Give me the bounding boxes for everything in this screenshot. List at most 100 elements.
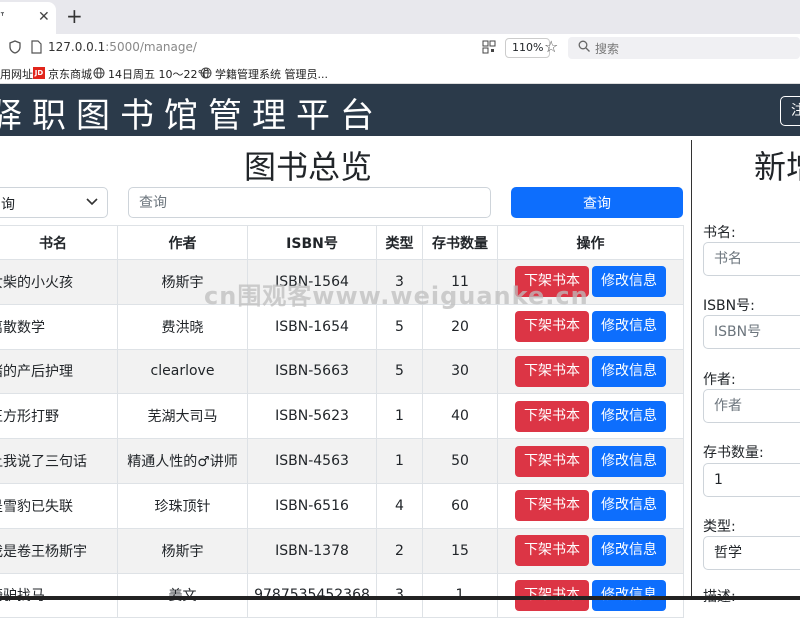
isbn-field[interactable]: ISBN号 [703,315,800,349]
new-tab-icon[interactable]: + [66,4,83,28]
section-divider [691,140,692,600]
url-host: 127.0.0.1 [48,40,106,54]
stock-field[interactable]: 1 [703,463,800,497]
delist-book-button[interactable]: 下架书本 [515,355,589,387]
table-header-row: 书名 作者 ISBN号 类型 存书数量 操作 [0,225,684,260]
edit-info-button[interactable]: 修改信息 [592,400,666,432]
table-row: 正方形打野芜湖大司马ISBN-5623140下架书本修改信息 [0,393,684,440]
author-cell: 珍珠顶针 [117,482,248,529]
delist-book-button[interactable]: 下架书本 [515,535,589,567]
table-row: 让我说了三句话精通人性的♂讲师ISBN-4563150下架书本修改信息 [0,438,684,484]
watermark-text: cn围观客www.weiguanke.cn [204,282,589,310]
type-cell: 5 [376,348,423,395]
actions-cell: 下架书本 修改信息 [497,393,684,440]
stock-cell: 50 [422,438,498,484]
query-input[interactable] [128,187,491,218]
table-row: 我是卷王杨斯宇杨斯宇ISBN-1378215下架书本修改信息 [0,527,684,574]
book-name-cell: 离散数学 [0,303,118,350]
delist-book-button[interactable]: 下架书本 [515,400,589,432]
author-cell: 精通人性的♂讲师 [117,438,248,484]
url-field[interactable]: 127.0.0.1:5000/manage/ [48,40,197,54]
actions-cell: 下架书本 修改信息 [497,527,684,574]
book-name-cell: 让我说了三句话 [0,438,118,484]
book-name-cell: 女柴的小火孩 [0,259,118,305]
name-field[interactable]: 书名 [703,242,800,276]
stock-cell: 60 [422,482,498,529]
chevron-down-icon [86,198,98,206]
stock-cell: 15 [422,527,498,574]
author-cell: clearlove [117,348,248,395]
actions-cell: 下架书本 修改信息 [497,303,684,350]
globe-icon [200,67,212,79]
column-header: 书名 [0,225,118,260]
isbn-cell: ISBN-5623 [247,393,377,440]
table-row: 是雪豹已失联珍珠顶针ISBN-6516460 下架书本修改信息 [0,482,684,529]
edit-info-button[interactable]: 修改信息 [592,445,666,477]
page-icon[interactable] [31,40,42,54]
browser-search-box[interactable]: 搜索 [568,37,800,59]
stock-cell: 40 [422,393,498,440]
browser-tab-bar: ᐪ ✕ + [0,0,800,34]
edit-info-button[interactable]: 修改信息 [592,355,666,387]
author-cell: 杨斯宇 [117,527,248,574]
edit-info-button[interactable]: 修改信息 [592,266,666,298]
isbn-cell: ISBN-6516 [247,482,377,529]
book-name-cell: 猪的产后护理 [0,348,118,395]
table-row: 离散数学费洪晓ISBN-1654520下架书本修改信息 [0,303,684,350]
delist-book-button[interactable]: 下架书本 [515,445,589,477]
globe-icon [93,67,105,79]
query-button[interactable]: 查询 [511,187,683,218]
edit-info-button[interactable]: 修改信息 [592,311,666,343]
shield-icon[interactable] [9,40,21,54]
stock-label: 存书数量: [703,445,764,461]
type-select[interactable]: 哲学 [703,536,800,570]
isbn-cell: ISBN-1378 [247,527,377,574]
browser-tab[interactable]: ᐪ ✕ [0,2,56,34]
search-placeholder: 搜索 [595,42,620,56]
bookmark-item[interactable]: 用网址 [0,66,33,82]
close-icon[interactable]: ✕ [38,9,50,25]
name-label: 书名: [703,225,736,241]
qr-code-icon[interactable] [482,40,496,54]
isbn-cell: ISBN-1654 [247,303,377,350]
bookmarks-bar: 用网址 JD 京东商城 14日周五 10～22℃ 学籍管理系统 管理员... [0,62,800,84]
query-type-select[interactable]: 询 [0,187,108,218]
stock-cell: 30 [422,348,498,395]
bookmark-item[interactable]: 14日周五 10～22℃ [108,66,210,82]
author-cell: 芜湖大司马 [117,393,248,440]
add-form-title: 新增 [754,148,800,186]
isbn-label: ISBN号: [703,298,755,314]
book-name-cell: 是雪豹已失联 [0,482,118,529]
delist-book-button[interactable]: 下架书本 [515,311,589,343]
type-label: 类型: [703,519,736,535]
bookmark-star-icon[interactable]: ☆ [544,37,558,56]
isbn-cell: ISBN-4563 [247,438,377,484]
column-header: 类型 [376,225,423,260]
jd-logo-icon: JD [33,67,45,79]
page-title: 图书总览 [244,148,373,186]
edit-info-button[interactable]: 修改信息 [592,535,666,567]
stock-cell: 20 [422,303,498,350]
actions-cell: 下架书本 修改信息 [497,438,684,484]
bookmark-item[interactable]: 京东商城 [48,66,92,82]
type-cell: 4 [376,482,423,529]
delist-book-button[interactable]: 下架书本 [515,490,589,522]
column-header: 作者 [117,225,248,260]
book-name-cell: 我是卷王杨斯宇 [0,527,118,574]
header-button[interactable]: 注 [780,96,800,126]
edit-info-button[interactable]: 修改信息 [592,490,666,522]
type-cell: 1 [376,438,423,484]
table-row: 猪的产后护理clearloveISBN-5663530下架书本修改信息 [0,348,684,395]
author-field[interactable]: 作者 [703,389,800,423]
url-path: :5000/manage/ [105,40,197,54]
address-bar: 127.0.0.1:5000/manage/ 110% ☆ 搜索 [0,34,800,62]
author-cell: 费洪晓 [117,303,248,350]
column-header: 存书数量 [422,225,498,260]
type-cell: 2 [376,527,423,574]
column-header: ISBN号 [247,225,377,260]
bookmark-item[interactable]: 学籍管理系统 管理员... [215,66,328,82]
column-header: 操作 [497,225,684,260]
book-name-cell: 正方形打野 [0,393,118,440]
site-header: 驿职图书馆管理平台 注 [0,84,800,136]
type-cell: 5 [376,303,423,350]
